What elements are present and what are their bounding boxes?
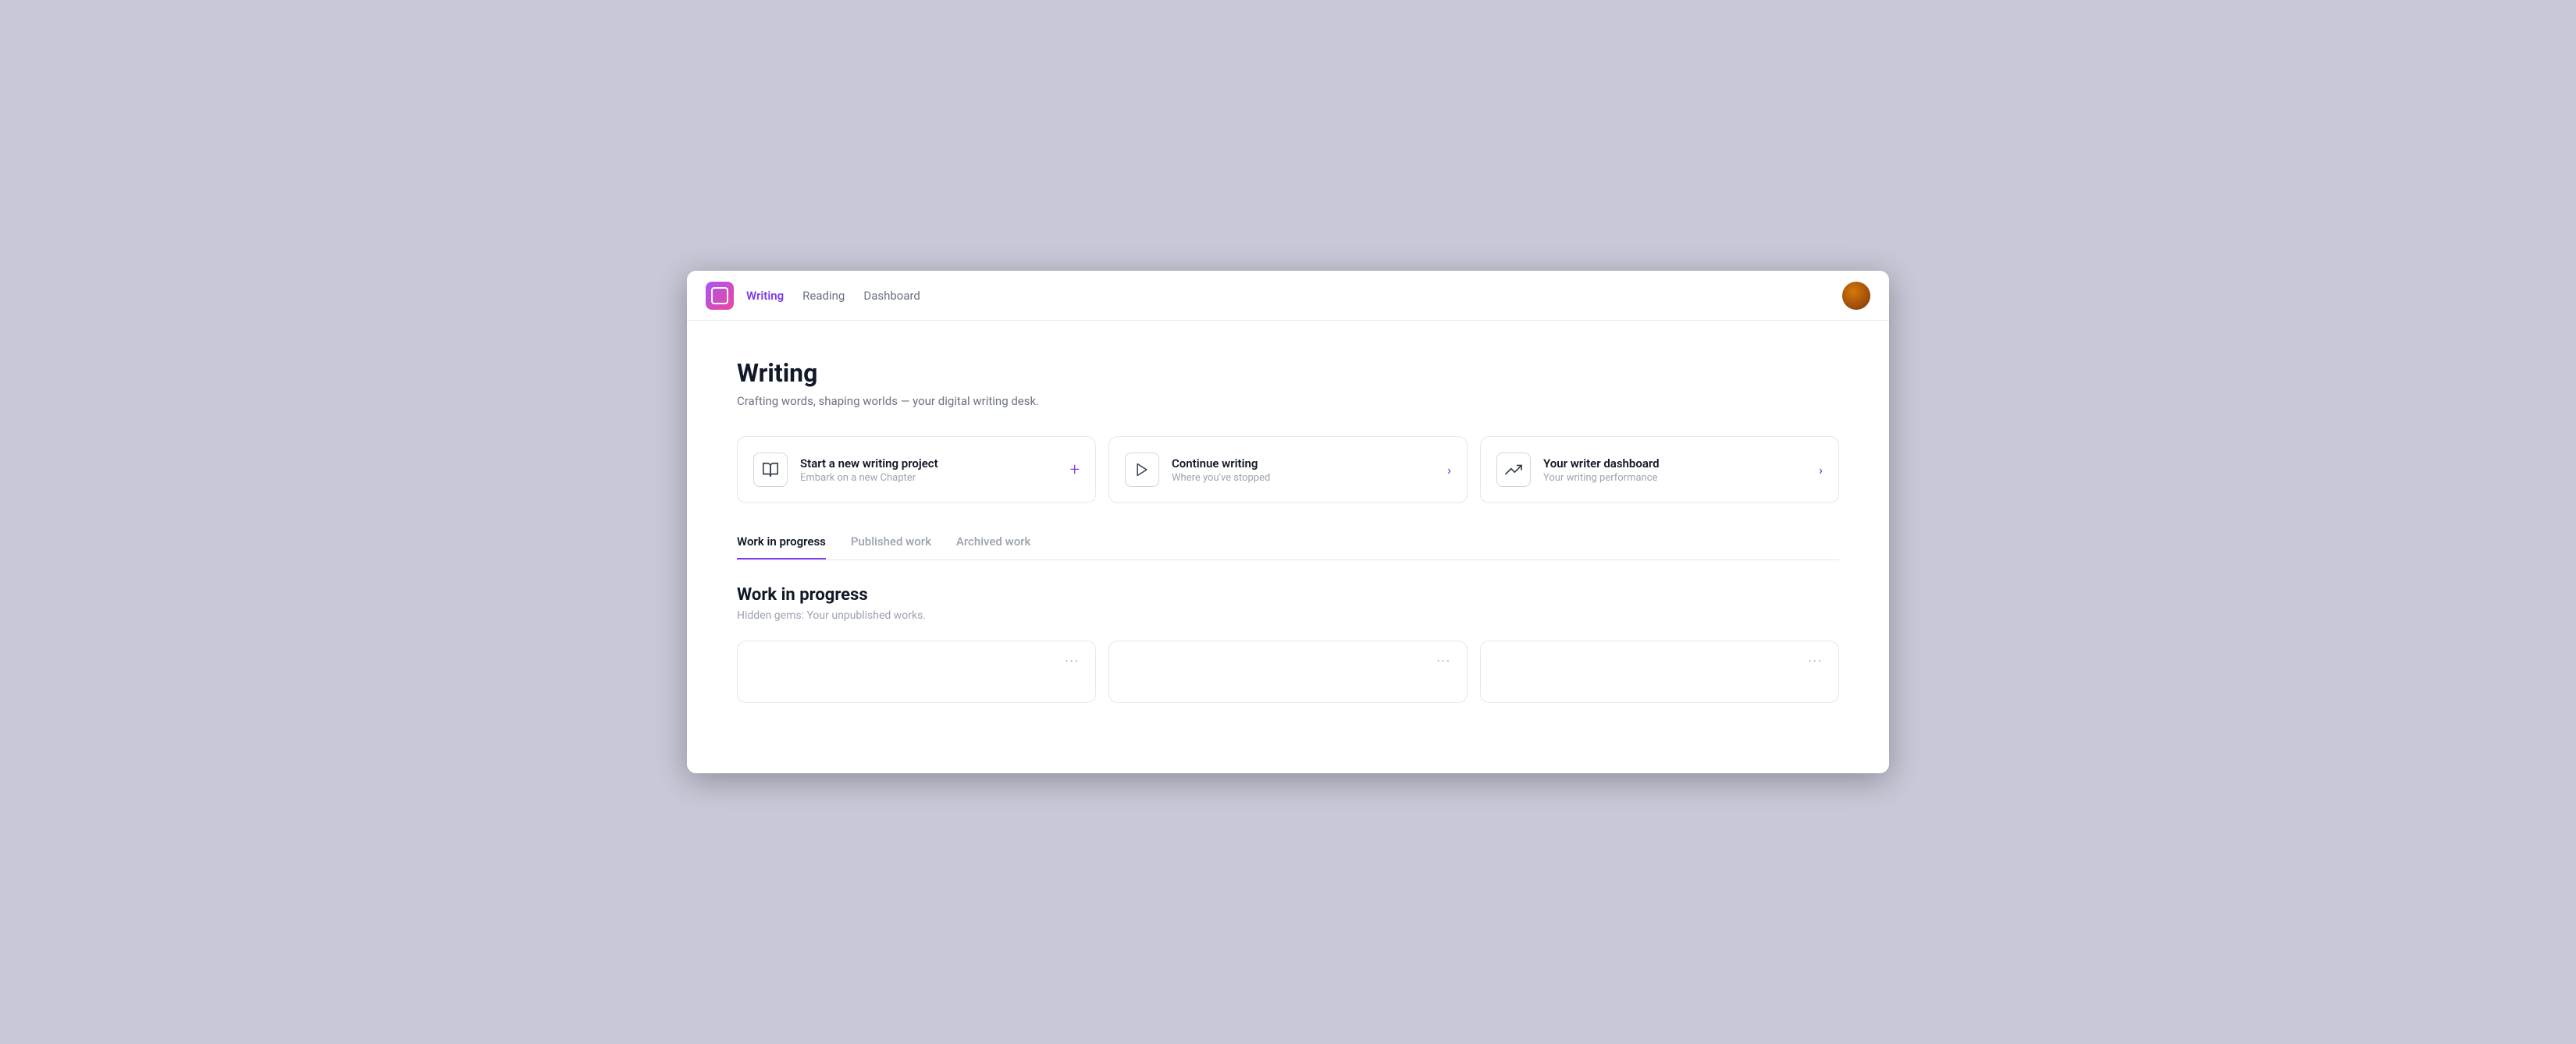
section-desc: Hidden gems: Your unpublished works. [737, 609, 1839, 622]
app-logo[interactable] [706, 282, 734, 310]
browser-window: Writing Reading Dashboard Writing Crafti… [687, 271, 1889, 773]
nav-reading[interactable]: Reading [802, 289, 845, 303]
trending-icon [1496, 453, 1531, 487]
work-cards-grid: ··· ··· ··· [737, 641, 1839, 703]
work-card-menu[interactable]: ··· [1436, 654, 1451, 669]
writer-dashboard-title: Your writer dashboard [1543, 456, 1806, 471]
work-in-progress-section: Work in progress Hidden gems: Your unpub… [737, 585, 1839, 703]
new-project-title: Start a new writing project [800, 456, 1058, 471]
tabs: Work in progress Published work Archived… [737, 534, 1839, 559]
nav-writing[interactable]: Writing [746, 289, 784, 303]
work-card[interactable]: ··· [737, 641, 1096, 703]
chevron-right-icon-2: › [1819, 463, 1823, 478]
main-content: Writing Crafting words, shaping worlds —… [687, 321, 1889, 773]
writer-dashboard-desc: Your writing performance [1543, 472, 1806, 484]
work-card-menu[interactable]: ··· [1808, 654, 1823, 669]
work-card[interactable]: ··· [1108, 641, 1468, 703]
chevron-right-icon: › [1447, 463, 1451, 478]
continue-writing-text: Continue writing Where you've stopped [1172, 456, 1435, 484]
nav-dashboard[interactable]: Dashboard [863, 289, 920, 303]
new-project-desc: Embark on a new Chapter [800, 472, 1058, 484]
continue-writing-title: Continue writing [1172, 456, 1435, 471]
new-project-card[interactable]: Start a new writing project Embark on a … [737, 436, 1096, 503]
tabs-section: Work in progress Published work Archived… [737, 534, 1839, 560]
new-project-text: Start a new writing project Embark on a … [800, 456, 1058, 484]
page-title: Writing [737, 358, 1839, 388]
tab-archived-work[interactable]: Archived work [956, 534, 1030, 559]
writer-dashboard-card[interactable]: Your writer dashboard Your writing perfo… [1480, 436, 1839, 503]
nav-bar: Writing Reading Dashboard [687, 271, 1889, 321]
page-subtitle: Crafting words, shaping worlds — your di… [737, 394, 1839, 408]
action-cards-grid: Start a new writing project Embark on a … [737, 436, 1839, 503]
plus-icon: + [1070, 460, 1080, 480]
writer-dashboard-text: Your writer dashboard Your writing perfo… [1543, 456, 1806, 484]
work-card[interactable]: ··· [1480, 641, 1839, 703]
avatar[interactable] [1842, 282, 1870, 310]
nav-links: Writing Reading Dashboard [746, 289, 1842, 303]
tab-published-work[interactable]: Published work [851, 534, 931, 559]
continue-writing-desc: Where you've stopped [1172, 472, 1435, 484]
tab-work-in-progress[interactable]: Work in progress [737, 534, 826, 559]
work-card-menu[interactable]: ··· [1065, 654, 1080, 669]
play-icon [1125, 453, 1159, 487]
avatar-image [1842, 282, 1870, 310]
book-icon [753, 453, 788, 487]
continue-writing-card[interactable]: Continue writing Where you've stopped › [1108, 436, 1468, 503]
section-title: Work in progress [737, 585, 1839, 605]
